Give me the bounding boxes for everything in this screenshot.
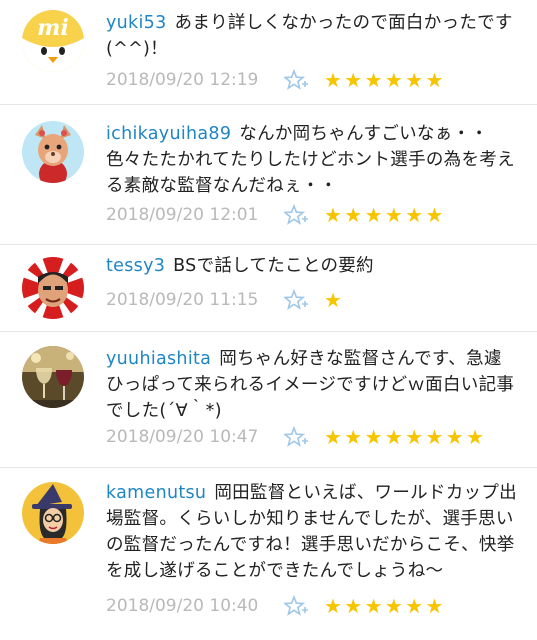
comment-item: yuuhiashita 岡ちゃん好きな監督さんです、急遽ひっぱって来られるイメージ… xyxy=(0,332,537,468)
star-icon: ★ xyxy=(344,594,363,618)
star-rating: ★ ★ ★ ★ ★ ★ ★ ★ xyxy=(324,426,486,448)
star-icon: ★ xyxy=(344,68,363,92)
mi-chick-avatar-icon: mi xyxy=(22,10,84,72)
star-icon: ★ xyxy=(384,425,403,449)
comment-text: yuki53 あまり詳しくなかったので面白かったです(^^)！ xyxy=(106,10,519,62)
star-icon: ★ xyxy=(466,425,485,449)
star-icon: ★ xyxy=(324,68,342,92)
star-icon: ★ xyxy=(425,203,444,227)
comment-item: kamenutsu 岡田監督といえば、ワールドカップ出場監督。くらいしか知りません… xyxy=(0,468,537,640)
man-rising-sun-avatar-icon xyxy=(22,257,84,319)
user-avatar[interactable] xyxy=(22,482,84,544)
comment-text: yuuhiashita 岡ちゃん好きな監督さんです、急遽ひっぱって来られるイメージ… xyxy=(106,346,519,424)
comment-meta: 2018/09/20 10:47 ★ ★ ★ ★ ★ ★ ★ ★ xyxy=(106,425,486,449)
star-icon: ★ xyxy=(384,203,403,227)
comment-meta: 2018/09/20 10:40 ★ ★ ★ ★ ★ ★ xyxy=(106,594,446,618)
star-rating: ★ ★ ★ ★ ★ ★ xyxy=(324,204,446,226)
star-icon: ★ xyxy=(384,68,403,92)
wine-glasses-avatar-icon xyxy=(22,346,84,408)
star-icon: ★ xyxy=(324,594,342,618)
witch-avatar-icon xyxy=(22,482,84,544)
user-avatar[interactable] xyxy=(22,346,84,408)
add-star-icon[interactable] xyxy=(282,68,310,91)
star-icon: ★ xyxy=(405,594,424,618)
timestamp: 2018/09/20 11:15 xyxy=(106,290,259,310)
star-rating: ★ ★ ★ ★ ★ ★ xyxy=(324,595,446,617)
star-icon: ★ xyxy=(364,425,383,449)
star-icon: ★ xyxy=(384,594,403,618)
timestamp: 2018/09/20 10:47 xyxy=(106,427,259,447)
add-star-icon[interactable] xyxy=(282,203,310,226)
star-rating: ★ xyxy=(324,289,344,311)
star-icon: ★ xyxy=(364,203,383,227)
star-icon: ★ xyxy=(445,425,464,449)
username-link[interactable]: kamenutsu xyxy=(106,483,206,503)
comment-list: mi yuki53 あまり詳しくなかったので面白かったです(^^)！ 2018/0… xyxy=(0,0,537,640)
comment-meta: 2018/09/20 12:19 ★ ★ ★ ★ ★ ★ xyxy=(106,68,446,92)
add-star-icon[interactable] xyxy=(282,425,310,448)
star-rating: ★ ★ ★ ★ ★ ★ xyxy=(324,69,446,91)
pink-bear-avatar-icon xyxy=(22,121,84,183)
username-link[interactable]: ichikayuiha89 xyxy=(106,124,231,144)
timestamp: 2018/09/20 12:19 xyxy=(106,70,259,90)
star-icon: ★ xyxy=(405,203,424,227)
comment-text: kamenutsu 岡田監督といえば、ワールドカップ出場監督。くらいしか知りません… xyxy=(106,480,519,584)
comment-text: tessy3 BSで話してたことの要約 xyxy=(106,253,519,279)
username-link[interactable]: yuki53 xyxy=(106,13,167,33)
comment-body: あまり詳しくなかったので面白かったです(^^)！ xyxy=(106,13,513,59)
user-avatar[interactable]: mi xyxy=(22,10,84,72)
star-icon: ★ xyxy=(324,425,342,449)
user-avatar[interactable] xyxy=(22,121,84,183)
add-star-icon[interactable] xyxy=(282,594,310,617)
timestamp: 2018/09/20 10:40 xyxy=(106,596,259,616)
star-icon: ★ xyxy=(324,203,342,227)
star-icon: ★ xyxy=(344,203,363,227)
user-avatar[interactable] xyxy=(22,257,84,319)
timestamp: 2018/09/20 12:01 xyxy=(106,205,259,225)
star-icon: ★ xyxy=(324,288,342,312)
svg-text:mi: mi xyxy=(37,15,69,41)
star-icon: ★ xyxy=(425,425,444,449)
star-icon: ★ xyxy=(364,68,383,92)
star-icon: ★ xyxy=(364,594,383,618)
comment-meta: 2018/09/20 12:01 ★ ★ ★ ★ ★ ★ xyxy=(106,203,446,227)
star-icon: ★ xyxy=(405,425,424,449)
comment-item: tessy3 BSで話してたことの要約 2018/09/20 11:15 ★ xyxy=(0,245,537,332)
comment-item: ichikayuiha89 なんか岡ちゃんすごいなぁ・・色々たたかれてたりしたけど… xyxy=(0,105,537,245)
star-icon: ★ xyxy=(425,594,444,618)
add-star-icon[interactable] xyxy=(282,288,310,311)
comment-body: BSで話してたことの要約 xyxy=(173,256,374,276)
comment-meta: 2018/09/20 11:15 ★ xyxy=(106,288,344,312)
comment-text: ichikayuiha89 なんか岡ちゃんすごいなぁ・・色々たたかれてたりしたけど… xyxy=(106,121,519,199)
star-icon: ★ xyxy=(425,68,444,92)
comment-item: mi yuki53 あまり詳しくなかったので面白かったです(^^)！ 2018/0… xyxy=(0,0,537,105)
star-icon: ★ xyxy=(405,68,424,92)
username-link[interactable]: tessy3 xyxy=(106,256,165,276)
star-icon: ★ xyxy=(344,425,363,449)
username-link[interactable]: yuuhiashita xyxy=(106,349,211,369)
